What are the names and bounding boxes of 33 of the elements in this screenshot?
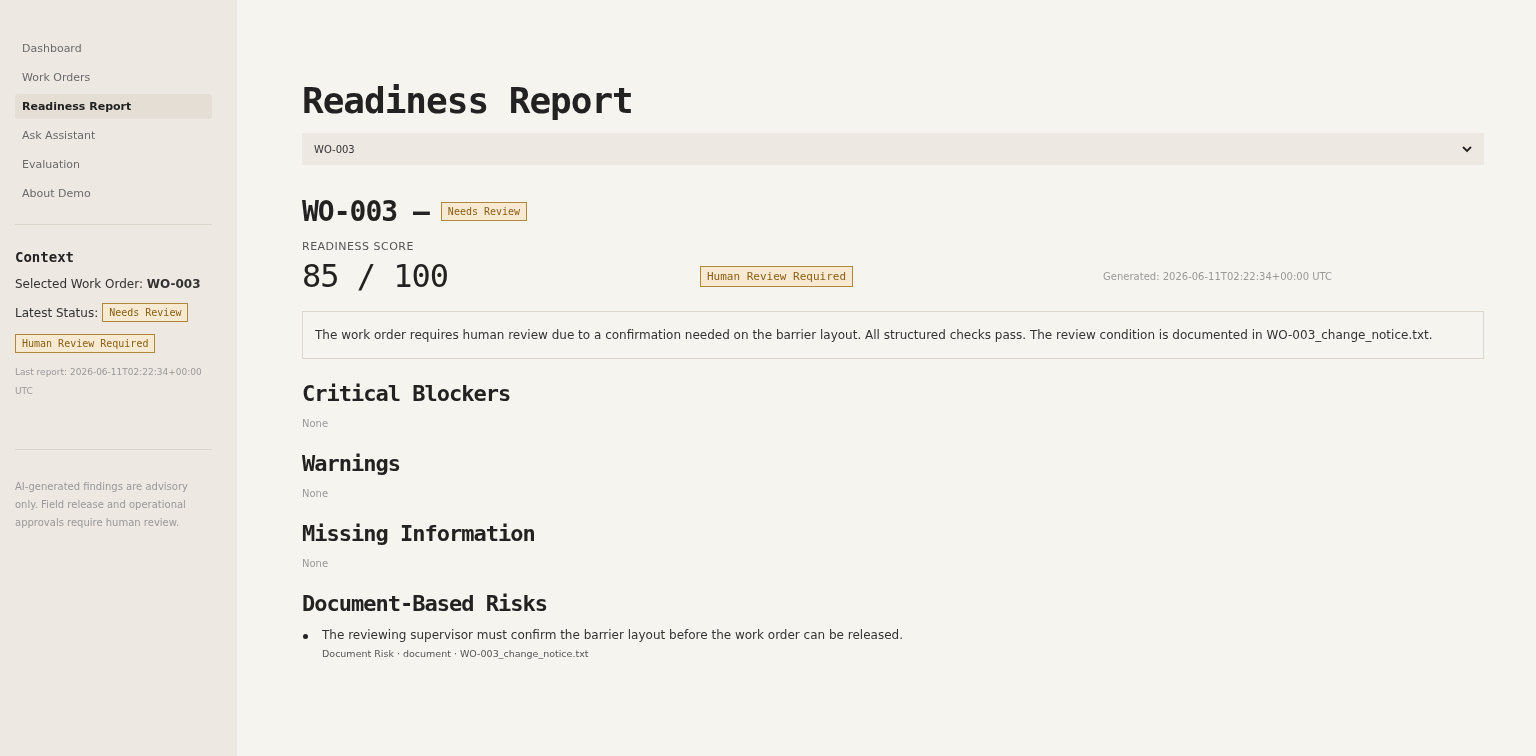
status-badge: Needs Review — [440, 202, 528, 221]
nav-item[interactable]: Work Orders — [15, 65, 212, 90]
last-report-text: Last report: 2026-06-11T02:22:34+00:00 UTC — [15, 366, 203, 398]
section-heading: Document-Based Risks — [302, 591, 548, 616]
nav-item[interactable]: About Demo — [15, 181, 212, 206]
selected-work-order-text: Selected Work Order: WO-003 — [15, 277, 202, 291]
section-heading: Warnings — [302, 451, 401, 476]
summary-box: The work order requires human review due to a confirmation needed on the barrier layout. All structured checks pass. The review condition is documented in WO-003_change_notice.txt. — [302, 311, 1484, 359]
nav-item[interactable]: Readiness Report — [15, 94, 212, 119]
chevron-down-icon — [1462, 145, 1472, 153]
context-heading: Context — [15, 249, 75, 265]
page-title: Readiness Report — [302, 80, 634, 121]
empty-text: None — [302, 418, 330, 429]
review-badge: Human Review Required — [15, 334, 156, 353]
status-badge: Needs Review — [102, 303, 189, 322]
review-badge: Human Review Required — [700, 265, 854, 287]
score-label: READINESS SCORE — [302, 240, 415, 253]
section-heading: Critical Blockers — [302, 381, 512, 406]
section-heading: Missing Information — [302, 521, 536, 546]
empty-text: None — [302, 488, 330, 499]
risk-source: Document Risk · document · WO-003_change_notice.txt — [322, 648, 590, 659]
empty-text: None — [302, 558, 330, 569]
generated-timestamp: Generated: 2026-06-11T02:22:34+00:00 UTC — [1103, 270, 1332, 282]
nav-item[interactable]: Dashboard — [15, 36, 212, 61]
status-label: Latest Status: — [15, 305, 99, 320]
nav-item[interactable]: Ask Assistant — [15, 123, 212, 148]
bullet-icon — [303, 634, 308, 639]
risk-text: The reviewing supervisor must confirm the barrier layout before the work order can be released. — [322, 628, 903, 642]
nav-item[interactable]: Evaluation — [15, 152, 212, 177]
work-order-heading: WO-003 – — [302, 195, 429, 228]
score-value: 85 / 100 — [302, 257, 450, 295]
disclaimer-text: AI-generated findings are advisory only. Field release and operational approvals require human review. — [15, 480, 189, 530]
work-order-select[interactable]: WO-003 — [302, 133, 1484, 165]
